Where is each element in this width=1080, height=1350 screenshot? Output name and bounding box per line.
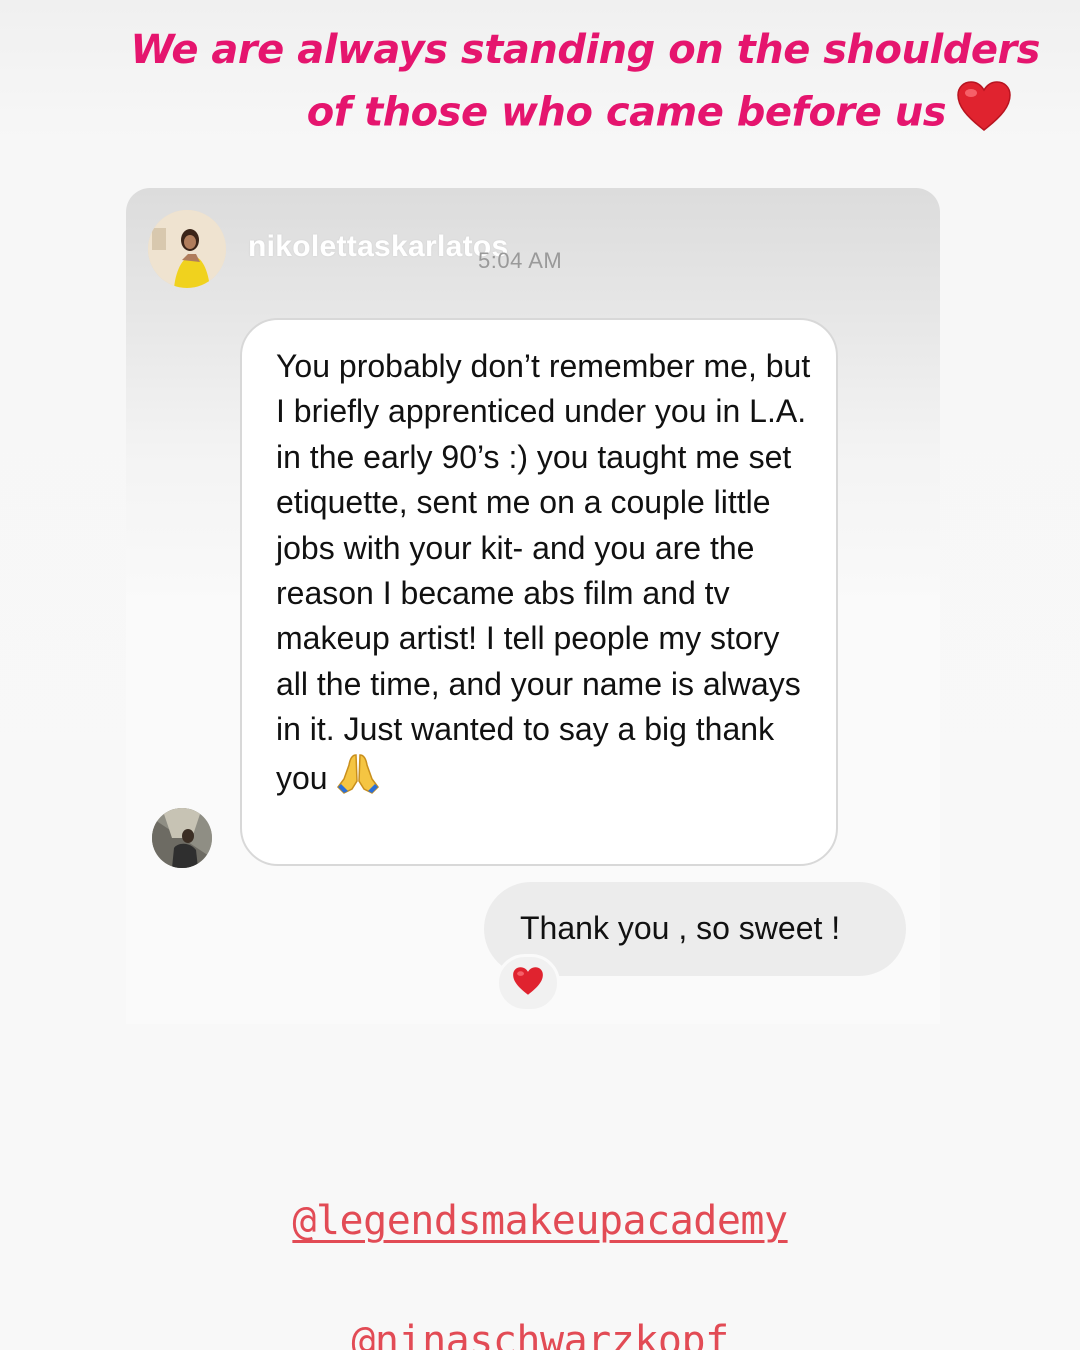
headline-line-2: of those who came before us [40,80,1040,149]
heart-icon [956,80,1012,149]
incoming-message-bubble[interactable]: You probably don’t remember me, but I br… [240,318,838,866]
headline-line-1: We are always standing on the shoulders [130,27,1040,73]
incoming-message-text: You probably don’t remember me, but I br… [276,348,811,796]
profile-photo [148,210,226,288]
mention-link-legendsmakeupacademy[interactable]: @legendsmakeupacademy [0,1198,1080,1244]
sender-avatar[interactable] [152,808,212,868]
outgoing-message-text: Thank you , so sweet ! [520,910,841,946]
message-timestamp: 5:04 AM [478,248,563,273]
mention-link-partial[interactable]: @ninaschwarzkopf [0,1318,1080,1350]
instagram-story: We are always standing on the shoulders … [0,0,1080,1350]
dm-username[interactable]: nikolettaskarlatos [248,230,509,264]
headline-line-2-text: of those who came before us [306,89,947,136]
heart-icon [512,966,544,1001]
incoming-message: You probably don’t remember me, but I br… [276,344,816,801]
praying-hands-icon [336,753,380,796]
profile-avatar[interactable] [148,210,226,288]
story-headline: We are always standing on the shoulders … [40,20,1040,149]
dm-screenshot-card: nikolettaskarlatos 5:04 AM You probably … [126,188,940,1024]
sender-photo [152,808,212,868]
message-reaction[interactable] [496,954,560,1012]
